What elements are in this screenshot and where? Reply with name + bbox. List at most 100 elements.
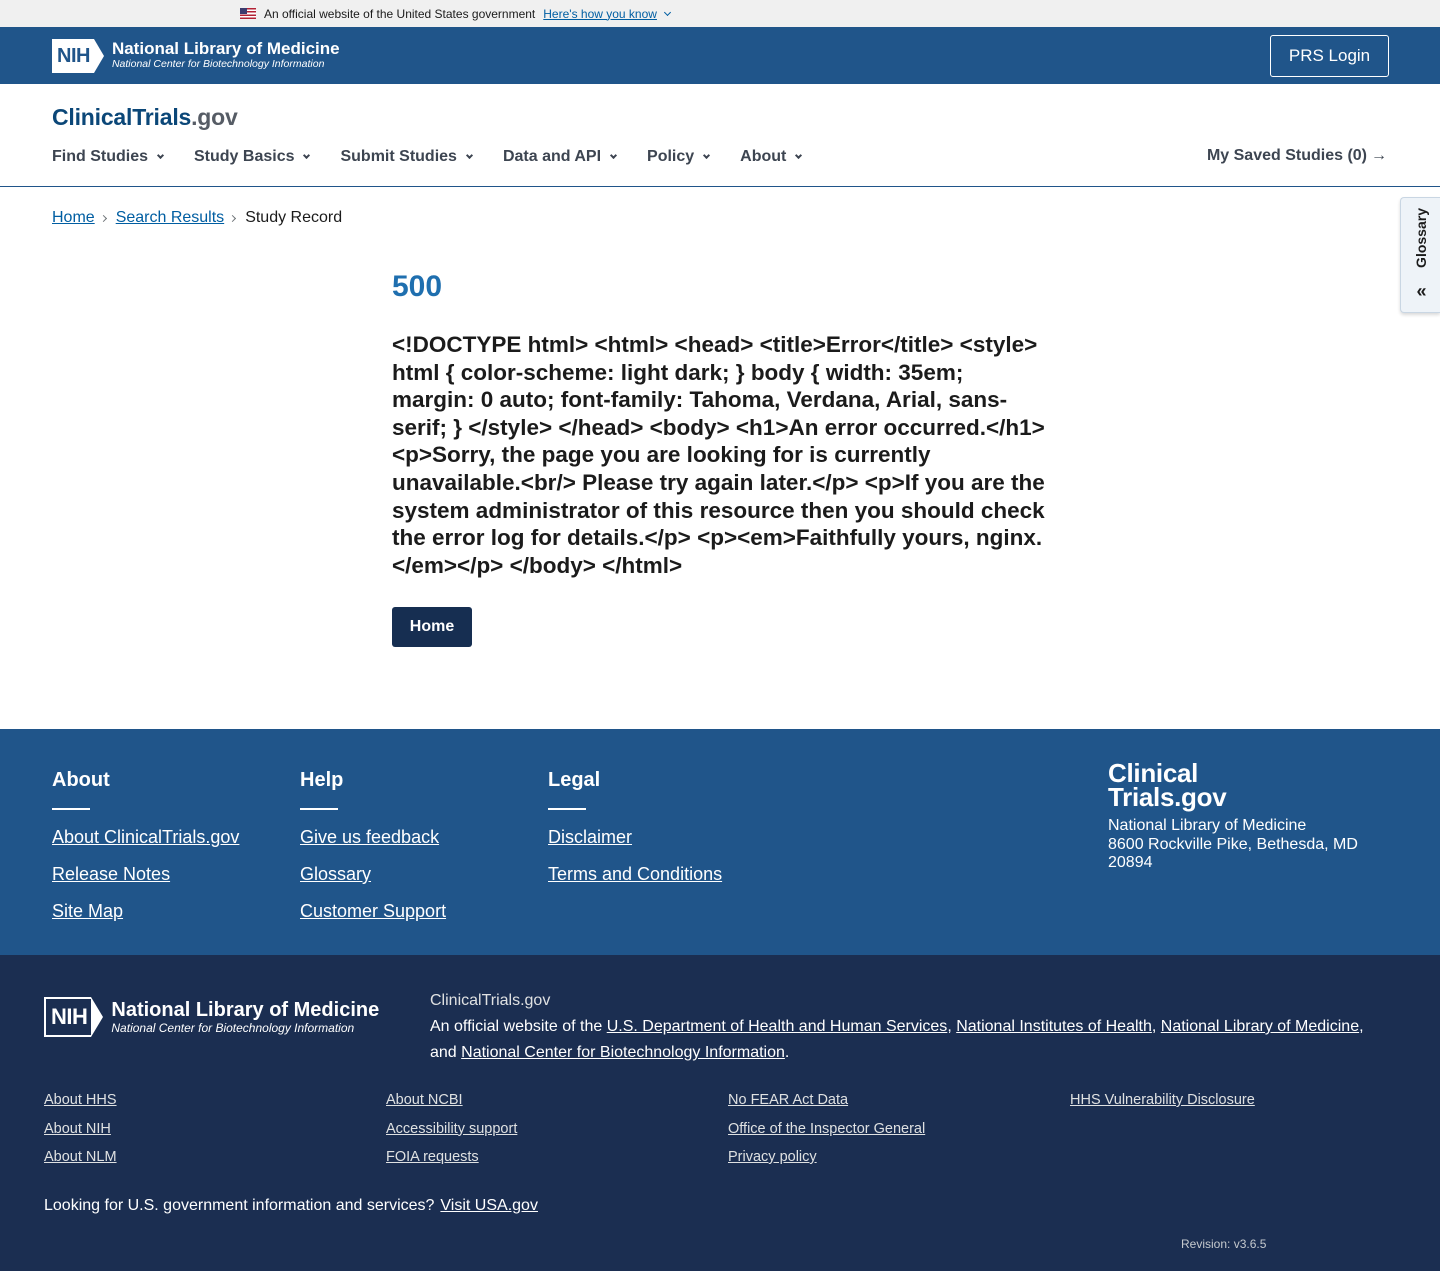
breadcrumb-home[interactable]: Home <box>52 209 95 227</box>
logo-suffix: .gov <box>191 104 238 130</box>
breadcrumb: Home Search Results Study Record <box>52 209 342 227</box>
revision-label: Revision: v3.6.5 <box>1181 1237 1267 1251</box>
footer-link-site-map[interactable]: Site Map <box>52 900 239 923</box>
nav-label: Data and API <box>502 148 602 165</box>
accessibility-link[interactable]: Accessibility support <box>386 1120 517 1139</box>
my-saved-studies-link[interactable]: My Saved Studies (0) → <box>1207 147 1387 165</box>
footer-about-column: About About ClinicalTrials.gov Release N… <box>52 769 239 937</box>
and-text: and <box>430 1044 457 1061</box>
chevron-down-icon <box>663 8 671 16</box>
heading-rule <box>300 808 338 810</box>
about-ncbi-link[interactable]: About NCBI <box>386 1091 517 1110</box>
chevron-down-icon <box>795 151 803 160</box>
nav-submit-studies[interactable]: Submit Studies <box>340 148 473 166</box>
about-nlm-link[interactable]: About NLM <box>44 1148 117 1167</box>
footer-link-glossary[interactable]: Glossary <box>300 863 446 886</box>
gov-banner-text: An official website of the United States… <box>264 6 536 21</box>
nlm-title: National Library of Medicine <box>111 39 340 58</box>
footer-legal-column: Legal Disclaimer Terms and Conditions <box>548 769 722 900</box>
nih-logo-icon: NIH <box>52 38 104 73</box>
breadcrumb-search-results[interactable]: Search Results <box>116 209 225 227</box>
nav-label: About <box>740 148 787 165</box>
nav-label: Find Studies <box>52 148 148 165</box>
official-prefix: An official website of the <box>430 1018 603 1035</box>
nav-label: Study Basics <box>194 148 295 165</box>
saved-studies-label: My Saved Studies (0) <box>1206 147 1367 164</box>
footer-help-heading: Help <box>300 769 344 791</box>
official-website-statement: ClinicalTrials.gov An official website o… <box>430 988 1370 1066</box>
nih-arrow-shape <box>91 997 104 1037</box>
nav-label: Policy <box>647 148 695 165</box>
us-flag-icon <box>240 8 256 19</box>
heading-rule <box>52 808 90 810</box>
nih-link[interactable]: National Institutes of Health <box>956 1018 1152 1035</box>
clinicaltrials-logo[interactable]: ClinicalTrials.gov <box>52 104 238 131</box>
footer-brand: Clinical Trials.gov National Library of … <box>1108 760 1368 873</box>
no-fear-link[interactable]: No FEAR Act Data <box>728 1091 925 1110</box>
footer-link-feedback[interactable]: Give us feedback <box>300 826 446 849</box>
footer-bottom: NIH National Library of Medicine Nationa… <box>0 955 1440 1271</box>
footer-nlm-subtitle: National Center for Biotechnology Inform… <box>111 1020 355 1035</box>
glossary-label: Glossary <box>1412 208 1429 268</box>
usa-gov-line: Looking for U.S. government information … <box>44 1197 538 1215</box>
footer-link-disclaimer[interactable]: Disclaimer <box>548 826 722 849</box>
nlm-link[interactable]: National Library of Medicine <box>1161 1018 1359 1035</box>
breadcrumb-current: Study Record <box>245 209 343 226</box>
chevron-down-icon <box>303 151 311 160</box>
prs-login-button[interactable]: PRS Login <box>1270 34 1389 77</box>
how-you-know-link[interactable]: Here's how you know <box>543 7 671 21</box>
footer-nlm-logo[interactable]: NIH National Library of Medicine Nationa… <box>44 997 379 1037</box>
footer-links-col3: No FEAR Act Data Office of the Inspector… <box>728 1091 925 1177</box>
nav-study-basics[interactable]: Study Basics <box>194 148 311 166</box>
logo-main: ClinicalTrials <box>52 104 192 130</box>
nav-label: Submit Studies <box>340 148 457 165</box>
footer-links-col2: About NCBI Accessibility support FOIA re… <box>386 1091 517 1177</box>
site-header: ClinicalTrials.gov Find Studies Study Ba… <box>0 84 1440 187</box>
footer-ct-logo[interactable]: Clinical Trials.gov <box>1108 760 1368 812</box>
privacy-policy-link[interactable]: Privacy policy <box>728 1148 925 1167</box>
chevron-down-icon <box>156 151 165 160</box>
ncbi-link[interactable]: National Center for Biotechnology Inform… <box>461 1044 785 1061</box>
about-hhs-link[interactable]: About HHS <box>44 1091 117 1110</box>
nav-data-and-api[interactable]: Data and API <box>502 148 618 166</box>
error-message: <!DOCTYPE html> <html> <head> <title>Err… <box>392 332 1045 578</box>
nlm-logo[interactable]: NIH National Library of Medicine Nationa… <box>52 38 340 73</box>
double-chevron-left-icon: « <box>1416 281 1426 301</box>
footer-about-heading: About <box>52 769 110 791</box>
hhs-link[interactable]: U.S. Department of Health and Human Serv… <box>607 1018 948 1035</box>
chevron-down-icon <box>703 151 711 160</box>
nih-logo-text: NIH <box>44 997 92 1037</box>
footer-links-col4: HHS Vulnerability Disclosure <box>1070 1091 1255 1120</box>
nav-policy[interactable]: Policy <box>647 148 711 166</box>
nav-find-studies[interactable]: Find Studies <box>52 148 165 166</box>
footer-link-about-ct[interactable]: About ClinicalTrials.gov <box>52 826 239 849</box>
glossary-tab[interactable]: Glossary « <box>1400 197 1440 313</box>
nih-logo-icon: NIH <box>44 997 104 1037</box>
chevron-down-icon <box>465 151 473 160</box>
home-button[interactable]: Home <box>392 607 472 647</box>
heading-rule <box>548 808 586 810</box>
address-line2: 8600 Rockville Pike, Bethesda, MD 20894 <box>1108 835 1358 872</box>
vulnerability-disclosure-link[interactable]: HHS Vulnerability Disclosure <box>1070 1091 1255 1110</box>
footer-top: About About ClinicalTrials.gov Release N… <box>0 729 1440 955</box>
footer-logo-line2: Trials.gov <box>1108 782 1227 812</box>
visit-usa-gov-link[interactable]: Visit USA.gov <box>440 1197 538 1214</box>
site-name: ClinicalTrials.gov <box>430 992 551 1009</box>
chevron-down-icon <box>609 151 618 160</box>
footer-legal-heading: Legal <box>548 769 601 791</box>
inspector-general-link[interactable]: Office of the Inspector General <box>728 1120 925 1139</box>
footer-link-release-notes[interactable]: Release Notes <box>52 863 239 886</box>
about-nih-link[interactable]: About NIH <box>44 1120 117 1139</box>
footer-link-customer-support[interactable]: Customer Support <box>300 900 446 923</box>
gov-banner: An official website of the United States… <box>0 0 1440 27</box>
nih-logo-text: NIH <box>52 38 94 73</box>
footer-link-terms[interactable]: Terms and Conditions <box>548 863 722 886</box>
nav-about[interactable]: About <box>740 148 803 166</box>
chevron-right-icon <box>99 214 107 222</box>
foia-link[interactable]: FOIA requests <box>386 1148 517 1167</box>
address-line1: National Library of Medicine <box>1108 817 1307 834</box>
nih-arrow-shape <box>93 38 104 73</box>
footer-help-column: Help Give us feedback Glossary Customer … <box>300 769 446 937</box>
chevron-right-icon <box>229 214 237 222</box>
arrow-right-icon: → <box>1371 147 1387 164</box>
